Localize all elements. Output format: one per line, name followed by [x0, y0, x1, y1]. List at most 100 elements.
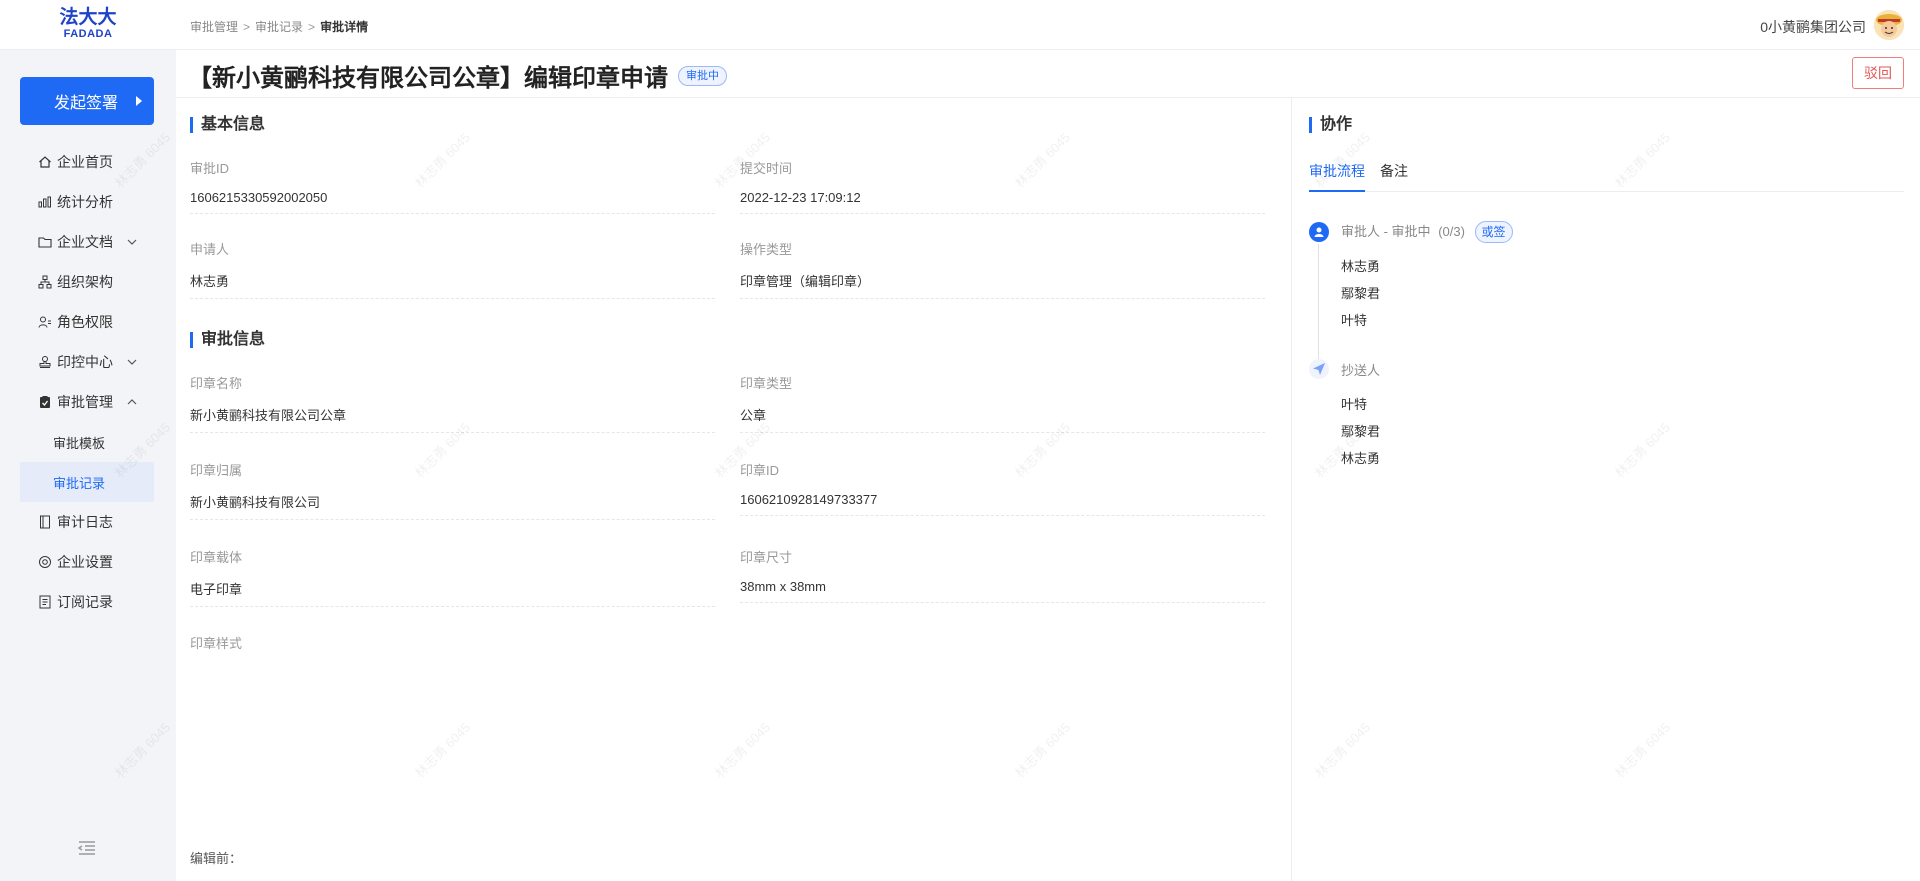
field-label: 编辑前： [190, 851, 243, 866]
breadcrumb-approval-records[interactable]: 审批记录 [255, 20, 303, 34]
field-approval-id: 审批ID 1606215330592002050 [190, 158, 715, 214]
logo-en: FADADA [63, 28, 113, 40]
reject-button[interactable]: 驳回 [1852, 57, 1904, 89]
sidebar-nav: 企业首页 统计分析 企业文档 组织架构 角色权限 印控中心 审批管理 审批模板 … [20, 142, 154, 622]
collaboration-title: 协作 [1309, 117, 1352, 133]
tab-approval-flow[interactable]: 审批流程 [1309, 162, 1365, 192]
avatar[interactable] [1874, 10, 1904, 40]
field-operation-type: 操作类型 印章管理（编辑印章） [740, 239, 1265, 299]
stamp-icon [37, 354, 53, 370]
field-value: 印章管理（编辑印章） [740, 271, 1265, 299]
role-icon [37, 314, 53, 330]
field-seal-owner: 印章归属 新小黄鹂科技有限公司 [190, 460, 715, 520]
field-label: 印章归属 [190, 463, 243, 478]
field-label: 审批ID [190, 161, 230, 176]
field-label: 印章名称 [190, 376, 243, 391]
user-icon [1309, 222, 1329, 242]
sidebar-item-label: 审计日志 [57, 514, 113, 530]
sidebar-item-roles[interactable]: 角色权限 [20, 302, 154, 342]
sidebar-item-label: 订阅记录 [57, 594, 113, 610]
cc-name: 林志勇 [1341, 451, 1381, 466]
sidebar-item-statistics[interactable]: 统计分析 [20, 182, 154, 222]
field-before-edit: 编辑前： [190, 848, 715, 866]
collaboration-panel: 协作 审批流程 备注 审批人 - 审批中 (0/3) 或签 林志勇 鄢黎君 叶特… [1293, 98, 1920, 881]
field-label: 印章尺寸 [740, 550, 793, 565]
org-icon [37, 274, 53, 290]
sidebar-item-label: 企业设置 [57, 554, 113, 570]
field-seal-carrier: 印章载体 电子印章 [190, 547, 715, 607]
sidebar-item-label: 审批模板 [53, 435, 106, 451]
home-icon [37, 154, 53, 170]
sidebar-item-label: 审批记录 [53, 475, 106, 491]
collapse-sidebar-icon[interactable] [77, 840, 97, 861]
field-value: 公章 [740, 405, 1265, 433]
start-signing-button[interactable]: 发起签署 [20, 77, 154, 125]
top-bar: 法大大 FADADA 审批管理 > 审批记录 > 审批详情 0小黄鹂集团公司 [0, 0, 1920, 50]
chevron-up-icon [126, 395, 138, 411]
breadcrumb-current: 审批详情 [320, 20, 369, 34]
field-label: 印章样式 [190, 636, 243, 651]
main-content: 【新小黄鹂科技有限公司公章】编辑印章申请 审批中 驳回 基本信息 审批ID 16… [112, 50, 1920, 881]
cc-name: 叶特 [1341, 397, 1368, 412]
field-seal-name: 印章名称 新小黄鹂科技有限公司公章 [190, 373, 715, 433]
caret-right-icon [136, 96, 142, 106]
field-label: 印章ID [740, 463, 780, 478]
approver-step-label: 审批人 - 审批中 [1341, 224, 1431, 239]
sidebar-item-enterprise-settings[interactable]: 企业设置 [20, 542, 154, 582]
breadcrumb: 审批管理 > 审批记录 > 审批详情 [190, 20, 369, 34]
field-value: 电子印章 [190, 579, 715, 607]
field-label: 提交时间 [740, 161, 793, 176]
sidebar-item-audit-log[interactable]: 审计日志 [20, 502, 154, 542]
sidebar-item-label: 角色权限 [57, 314, 113, 330]
tab-remarks[interactable]: 备注 [1380, 162, 1408, 192]
sidebar-item-label: 企业文档 [57, 234, 113, 250]
company-switcher[interactable]: 0小黄鹂集团公司 [1760, 17, 1866, 37]
field-label: 申请人 [190, 242, 230, 257]
cc-step-title: 抄送人 [1341, 363, 1381, 378]
field-submit-time: 提交时间 2022-12-23 17:09:12 [740, 158, 1265, 214]
sidebar-item-label: 印控中心 [57, 354, 113, 370]
detail-panel: 基本信息 审批ID 1606215330592002050 提交时间 2022-… [176, 98, 1292, 881]
sidebar-item-approval-management[interactable]: 审批管理 [20, 382, 154, 422]
field-seal-type: 印章类型 公章 [740, 373, 1265, 433]
approval-icon [37, 394, 53, 410]
sidebar-item-subscriptions[interactable]: 订阅记录 [20, 582, 154, 622]
field-value: 2022-12-23 17:09:12 [740, 190, 1265, 214]
approver-step-title: 审批人 - 审批中 (0/3) 或签 [1341, 221, 1513, 243]
approver-progress: (0/3) [1438, 224, 1465, 239]
approver-name: 林志勇 [1341, 259, 1381, 274]
chart-icon [37, 194, 53, 210]
sidebar-item-label: 审批管理 [57, 394, 113, 410]
fadada-logo[interactable]: 法大大 FADADA [56, 8, 120, 42]
sidebar-item-label: 组织架构 [57, 274, 113, 290]
sidebar-item-documents[interactable]: 企业文档 [20, 222, 154, 262]
page-header: 【新小黄鹂科技有限公司公章】编辑印章申请 审批中 驳回 [176, 50, 1920, 98]
sidebar-item-approval-records[interactable]: 审批记录 [20, 462, 154, 502]
field-seal-size: 印章尺寸 38mm x 38mm [740, 547, 1265, 603]
approval-info-title: 审批信息 [190, 332, 265, 348]
logo-cn: 法大大 [59, 7, 117, 28]
approver-name: 叶特 [1341, 313, 1368, 328]
approver-name: 鄢黎君 [1341, 286, 1381, 301]
field-label: 操作类型 [740, 242, 793, 257]
field-label: 印章类型 [740, 376, 793, 391]
subscription-icon [37, 594, 53, 610]
field-value: 新小黄鹂科技有限公司 [190, 492, 715, 520]
send-icon [1309, 359, 1329, 379]
sidebar-item-organization[interactable]: 组织架构 [20, 262, 154, 302]
settings-icon [37, 554, 53, 570]
field-value: 1606215330592002050 [190, 190, 715, 214]
field-value: 林志勇 [190, 271, 715, 299]
sidebar-item-home[interactable]: 企业首页 [20, 142, 154, 182]
breadcrumb-approval-management[interactable]: 审批管理 [190, 20, 238, 34]
page-title: 【新小黄鹂科技有限公司公章】编辑印章申请 [188, 65, 668, 92]
field-value: 38mm x 38mm [740, 579, 1265, 603]
status-badge: 审批中 [678, 66, 727, 86]
field-seal-id: 印章ID 1606210928149733377 [740, 460, 1265, 516]
cc-name: 鄢黎君 [1341, 424, 1381, 439]
field-value: 新小黄鹂科技有限公司公章 [190, 405, 715, 433]
basic-info-title: 基本信息 [190, 117, 265, 133]
sidebar-item-seal-control[interactable]: 印控中心 [20, 342, 154, 382]
approval-mode-badge: 或签 [1474, 221, 1513, 243]
sidebar-item-approval-templates[interactable]: 审批模板 [20, 422, 154, 462]
